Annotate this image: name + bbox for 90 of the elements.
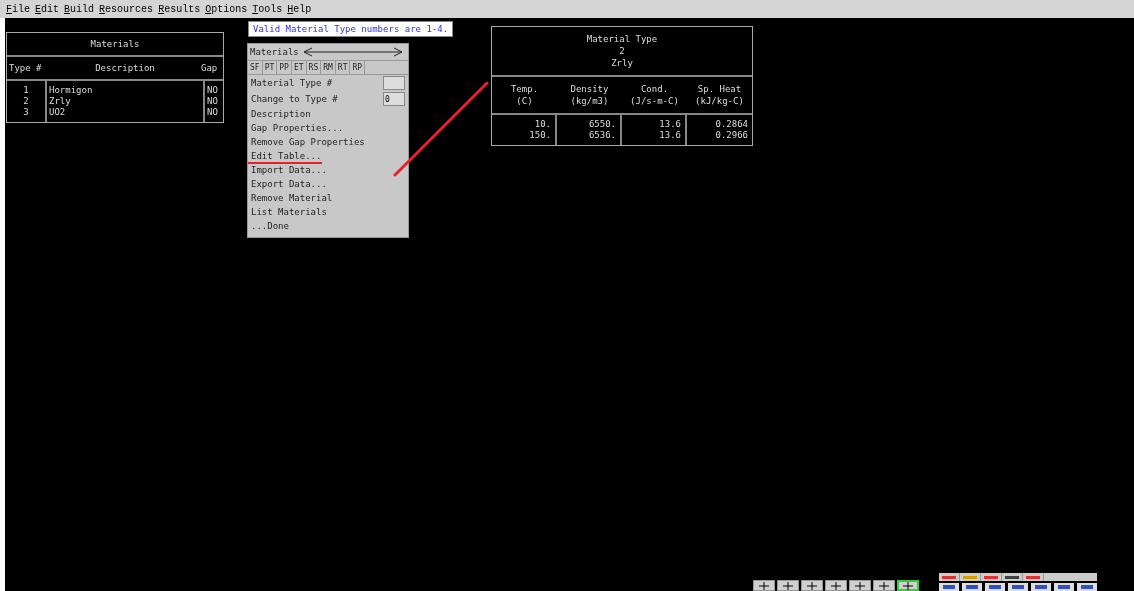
panel-item[interactable]: List Materials [251, 207, 327, 217]
panel-title: Materials [250, 47, 299, 57]
table-cell: Hormigon [47, 81, 205, 96]
column-header: Density [569, 83, 610, 95]
bar-icon [1080, 584, 1094, 590]
column-header: (kJ/kg-C) [687, 95, 752, 115]
hint-message: Valid Material Type numbers are 1-4. [248, 21, 454, 37]
toolbar-button[interactable] [939, 573, 960, 581]
menu-item[interactable]: Help [287, 3, 312, 15]
input-field[interactable]: 0 [383, 92, 405, 106]
bar-icon [942, 584, 956, 590]
table-cell: 6550. [557, 115, 622, 130]
toolbar-button[interactable] [1002, 573, 1023, 581]
bar-icon [941, 574, 957, 580]
panel-item[interactable]: Remove Material [251, 193, 333, 203]
toolbar-button[interactable] [985, 583, 1005, 591]
bar-icon [1025, 574, 1041, 580]
panel-tab[interactable]: RP [350, 61, 366, 74]
column-header: Sp. Heat [696, 83, 743, 95]
table-cell: 2 [7, 96, 47, 107]
panel-item[interactable]: Export Data... [251, 179, 327, 189]
column-header: Temp. [509, 83, 540, 95]
toolbar-button[interactable] [981, 573, 1002, 581]
menu-item[interactable]: File [6, 3, 31, 15]
panel-tab[interactable]: SF [248, 61, 263, 74]
panel-item[interactable]: Remove Gap Properties [251, 137, 365, 147]
table-cell: Zrly [47, 96, 205, 107]
bar-icon [965, 584, 979, 590]
column-header: Gap [201, 63, 219, 73]
bar-icon [983, 574, 999, 580]
field-label: Material Type # [251, 78, 333, 88]
table-cell: 1 [7, 81, 47, 96]
menu-item[interactable]: Tools [252, 3, 283, 15]
column-header: (J/s-m-C) [622, 95, 687, 115]
table-cell-text: NO [206, 84, 219, 96]
bar-icon [962, 574, 978, 580]
panel-item[interactable]: Gap Properties... [251, 123, 344, 133]
toolbar-button[interactable] [1008, 583, 1028, 591]
toolbar-button[interactable] [939, 583, 959, 591]
toolbar-button[interactable] [1054, 583, 1074, 591]
toolbar-button[interactable] [1023, 573, 1044, 581]
table-title: Materials [7, 33, 223, 57]
table-cell: 13.6 [622, 130, 687, 145]
panel-item[interactable]: Import Data... [251, 165, 327, 175]
toolbar-button[interactable] [962, 583, 982, 591]
panel-item[interactable]: Edit Table... [251, 151, 322, 161]
toolbar-button[interactable] [849, 580, 871, 591]
bar-icon [1011, 584, 1025, 590]
toolbar-button[interactable] [753, 580, 775, 591]
toolbar-button[interactable] [1031, 583, 1051, 591]
toolbar-button[interactable] [777, 580, 799, 591]
panel-tab[interactable]: RM [321, 61, 336, 74]
table-cell-text: 0.2864 [714, 118, 749, 130]
column-header: Description [94, 63, 156, 73]
panel-tab[interactable]: PP [277, 61, 292, 74]
toolbar-button[interactable] [897, 580, 919, 591]
menu-item[interactable]: Edit [35, 3, 60, 15]
table-title: 2 [619, 45, 625, 57]
table-title: Zrly [611, 57, 633, 69]
panel-item[interactable]: Description [251, 109, 311, 119]
table-cell-text: 0.2966 [714, 130, 749, 142]
input-field[interactable] [383, 76, 405, 90]
bar-icon [1057, 584, 1071, 590]
table-cell: UO2 [47, 107, 205, 122]
table-cell-text: NO [206, 107, 219, 119]
table-cell: 10. [492, 115, 557, 130]
table-cell: 13.6 [622, 115, 687, 130]
menu-item[interactable]: Resources [99, 3, 154, 15]
column-header: Type # [9, 63, 43, 73]
table-cell: 3 [7, 107, 47, 122]
table-cell: 150. [492, 130, 557, 145]
bar-icon [1004, 574, 1020, 580]
double-arrow-icon [302, 47, 403, 57]
toolbar-button[interactable] [1077, 583, 1097, 591]
table-cell-text: NO [206, 96, 219, 107]
column-header: (C) [492, 95, 557, 115]
toolbar-button[interactable] [801, 580, 823, 591]
toolbar-button[interactable] [825, 580, 847, 591]
menu-item[interactable]: Build [64, 3, 95, 15]
bar-icon [1034, 584, 1048, 590]
table-title: Material Type [586, 33, 658, 45]
column-header: Cond. [639, 83, 670, 95]
menu-item[interactable]: Options [205, 3, 248, 15]
field-label: Change to Type # [251, 94, 338, 104]
toolbar-button[interactable] [873, 580, 895, 591]
panel-item[interactable]: ...Done [251, 221, 289, 231]
table-cell: 6536. [557, 130, 622, 145]
column-header: (kg/m3) [557, 95, 622, 115]
bar-icon [988, 584, 1002, 590]
menu-item[interactable]: Results [158, 3, 201, 15]
